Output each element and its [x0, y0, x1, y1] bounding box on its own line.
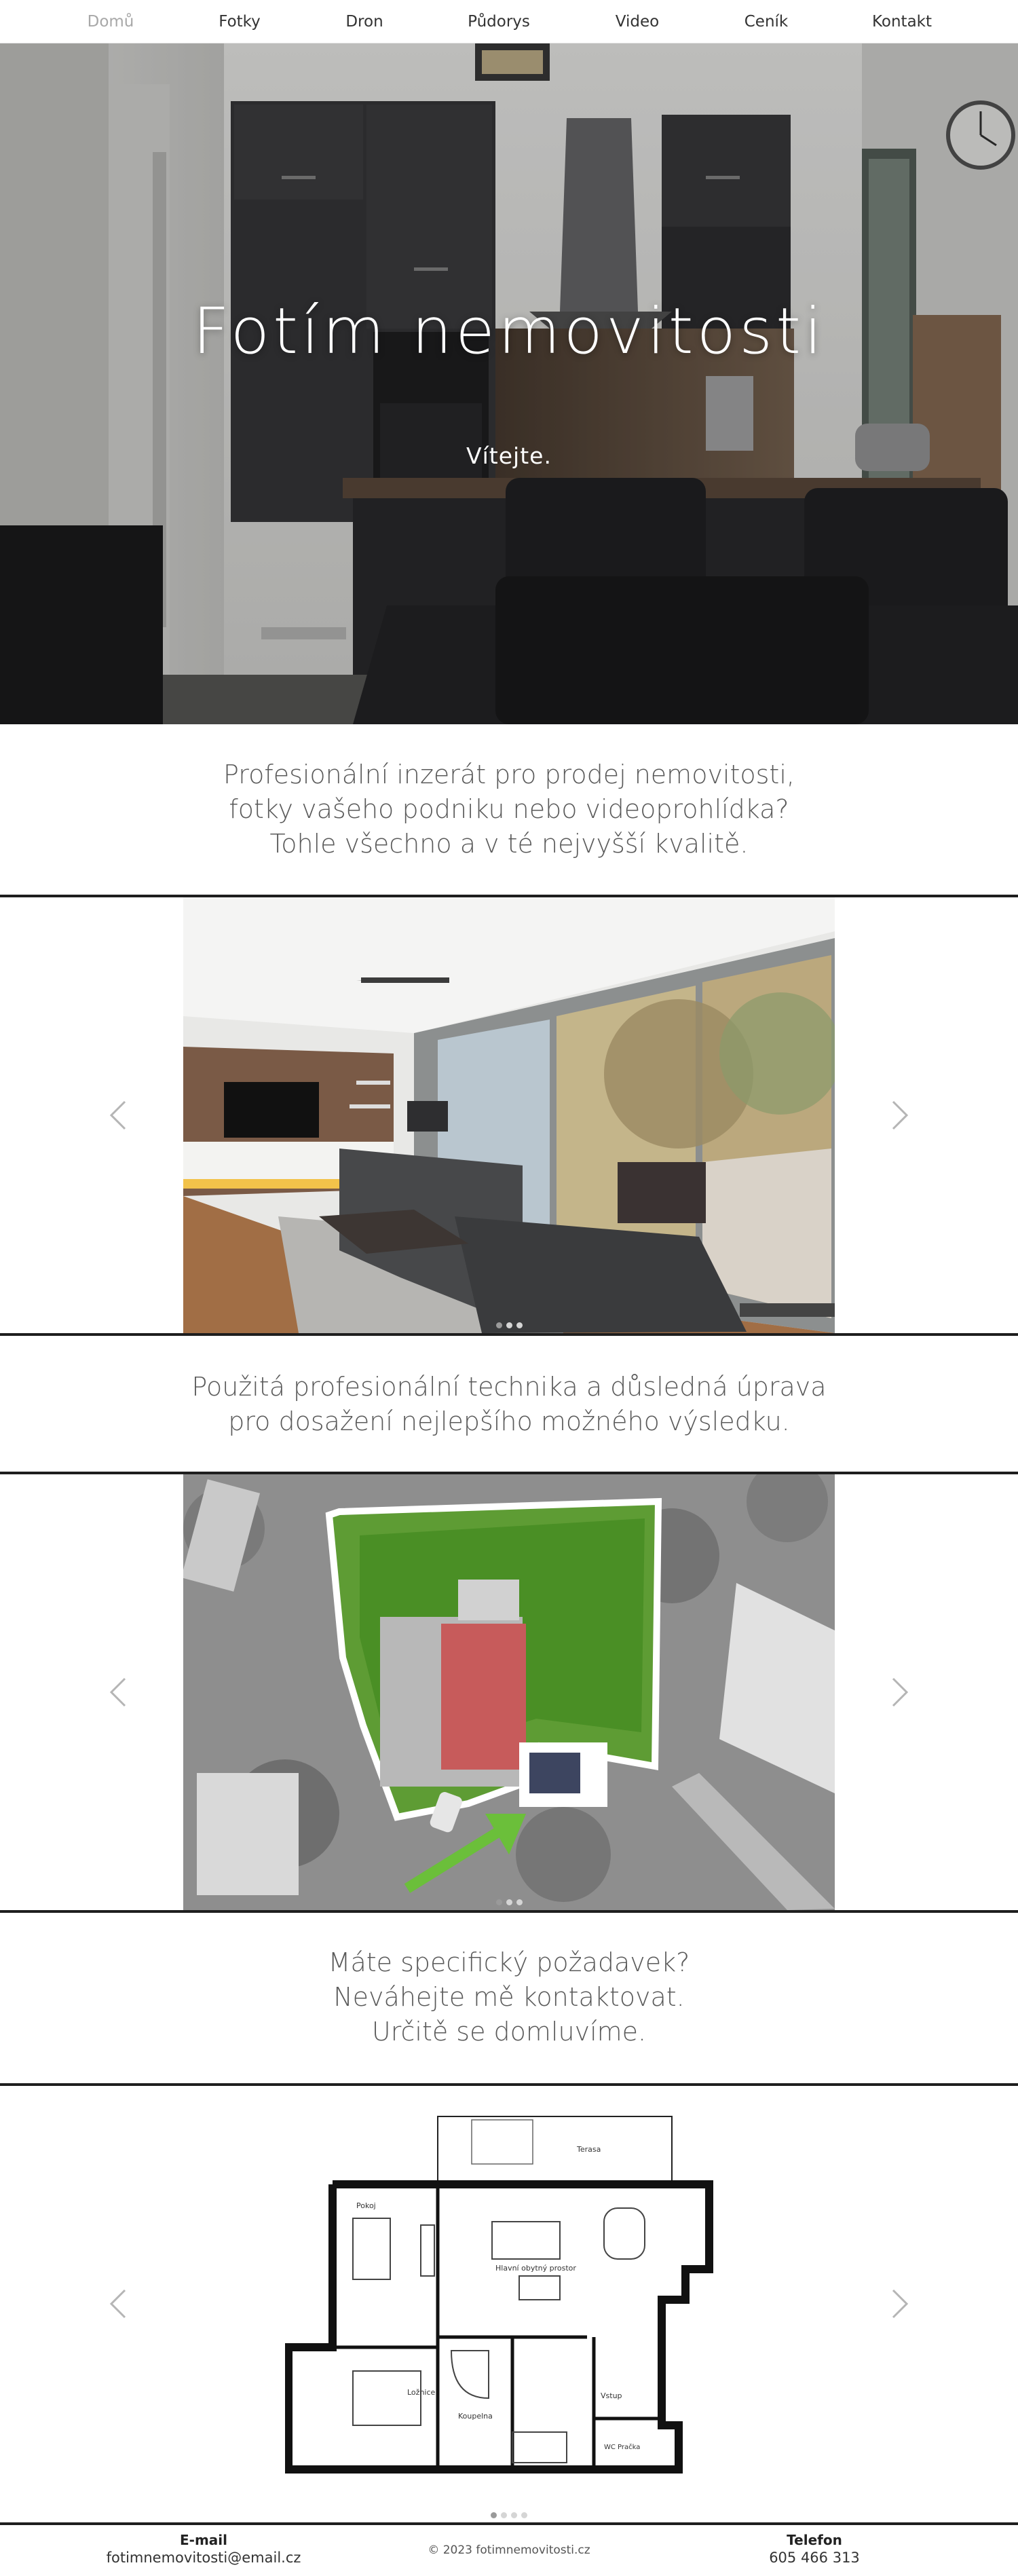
footer: E-mail fotimnemovitosti@email.cz © 2023 …	[0, 2525, 1018, 2576]
cta-line: Neváhejte mě kontaktovat.	[333, 1982, 685, 2012]
slider-dot[interactable]	[521, 2512, 527, 2518]
nav-item-dron[interactable]: Dron	[310, 13, 419, 31]
slider-prev-button[interactable]	[108, 2287, 128, 2321]
section-divider	[0, 1333, 1018, 1336]
slide-drone-aerial-image	[183, 1474, 835, 1910]
room-label-wc: WC Pračka	[604, 2443, 640, 2451]
footer-email: E-mail fotimnemovitosti@email.cz	[68, 2532, 339, 2566]
nav-item-pudorys[interactable]: Půdorys	[445, 13, 553, 31]
hero-title: Fotím nemovitosti	[192, 295, 826, 369]
chevron-left-icon	[109, 1100, 126, 1130]
chevron-right-icon	[892, 1677, 909, 1707]
slider-next-button[interactable]	[890, 1675, 910, 1709]
intro-line: fotky vašeho podniku nebo videoprohlídka…	[229, 794, 789, 824]
intro-line: Profesionální inzerát pro prodej nemovit…	[223, 760, 795, 789]
chevron-left-icon	[109, 2289, 126, 2319]
section-divider	[0, 1910, 1018, 1913]
slider-dot[interactable]	[506, 1899, 512, 1905]
room-label-terasa: Terasa	[576, 2145, 601, 2154]
slider-dot[interactable]	[491, 2512, 497, 2518]
room-label-vstup: Vstup	[601, 2391, 622, 2400]
room-label-koupelna: Koupelna	[458, 2412, 493, 2421]
footer-phone-link[interactable]: 605 466 313	[679, 2550, 950, 2566]
room-label-obytny: Hlavní obytný prostor	[495, 2264, 576, 2273]
slide-floorplan-image: Terasa Pokoj Hlavní obytný prostor Ložni…	[285, 2113, 733, 2480]
slider-next-button[interactable]	[890, 1098, 910, 1132]
intro-text: Profesionální inzerát pro prodej nemovit…	[0, 758, 1018, 861]
chevron-right-icon	[892, 2289, 909, 2319]
footer-email-link[interactable]: fotimnemovitosti@email.cz	[68, 2550, 339, 2566]
slider-next-button[interactable]	[890, 2287, 910, 2321]
contact-cta-text: Máte specifický požadavek? Neváhejte mě …	[0, 1945, 1018, 2049]
intro-line: Tohle všechno a v té nejvyšší kvalitě.	[269, 829, 749, 859]
slide-living-room-image	[183, 897, 835, 1333]
nav-item-video[interactable]: Video	[583, 13, 692, 31]
slider-prev-button[interactable]	[108, 1098, 128, 1132]
slider-dots	[0, 1895, 1018, 1908]
slider-dot[interactable]	[516, 1899, 523, 1905]
footer-copyright: © 2023 fotimnemovitosti.cz	[428, 2543, 590, 2557]
footer-phone-label: Telefon	[787, 2532, 842, 2548]
footer-phone: Telefon 605 466 313	[679, 2532, 950, 2566]
hero-kitchen-image	[0, 43, 1018, 724]
technique-line: Použitá profesionální technika a důsledn…	[191, 1372, 827, 1402]
nav-item-cenik[interactable]: Ceník	[712, 13, 821, 31]
slider-dots	[0, 2508, 1018, 2521]
cta-line: Máte specifický požadavek?	[328, 1947, 690, 1977]
photo-slider	[0, 897, 1018, 1333]
hero-subtitle: Vítejte.	[466, 443, 552, 469]
hero-section: Fotím nemovitosti Vítejte.	[0, 43, 1018, 724]
drone-slider	[0, 1474, 1018, 1910]
chevron-right-icon	[892, 1100, 909, 1130]
slider-dots	[0, 1318, 1018, 1331]
floorplan-slider: Terasa Pokoj Hlavní obytný prostor Ložni…	[0, 2086, 1018, 2524]
slider-dot[interactable]	[495, 1322, 502, 1328]
nav-item-kontakt[interactable]: Kontakt	[848, 13, 956, 31]
nav-item-fotky[interactable]: Fotky	[185, 13, 294, 31]
room-label-pokoj: Pokoj	[356, 2201, 376, 2210]
cta-line: Určitě se domluvíme.	[371, 2017, 647, 2047]
slider-dot[interactable]	[495, 1899, 502, 1905]
slider-prev-button[interactable]	[108, 1675, 128, 1709]
slider-dot[interactable]	[516, 1322, 523, 1328]
technique-line: pro dosažení nejlepšího možného výsledku…	[228, 1406, 790, 1436]
technique-text: Použitá profesionální technika a důsledn…	[0, 1370, 1018, 1439]
chevron-left-icon	[109, 1677, 126, 1707]
nav-item-domu[interactable]: Domů	[56, 13, 165, 31]
room-label-loznice: Ložnice	[407, 2388, 436, 2397]
slider-dot[interactable]	[501, 2512, 507, 2518]
slider-dot[interactable]	[511, 2512, 517, 2518]
top-navigation: Domů Fotky Dron Půdorys Video Ceník Kont…	[0, 0, 1018, 43]
slider-dot[interactable]	[506, 1322, 512, 1328]
footer-email-label: E-mail	[179, 2532, 227, 2548]
